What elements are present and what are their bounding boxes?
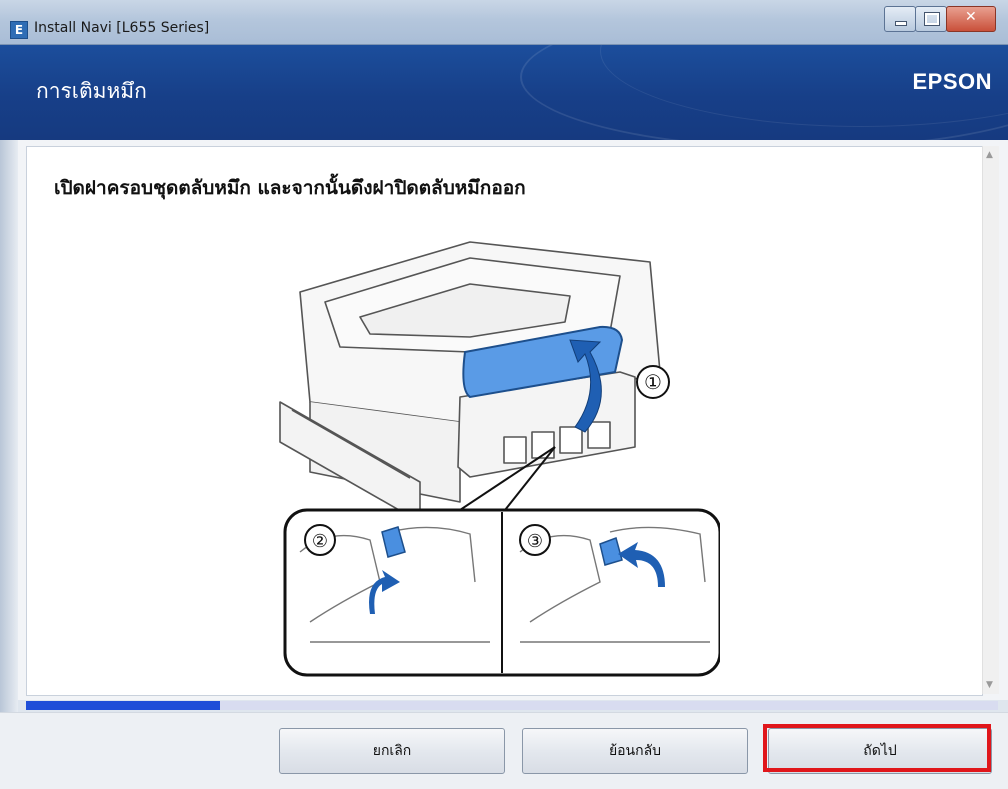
back-button[interactable]: ย้อนกลับ (522, 728, 748, 774)
close-button[interactable]: ✕ (946, 6, 996, 32)
step-1-label: ① (644, 370, 662, 394)
brand-logo: EPSON (912, 69, 992, 94)
window-left-edge (0, 140, 18, 712)
maximize-icon (924, 12, 940, 26)
window-titlebar[interactable]: E Install Navi [L655 Series] ✕ (0, 0, 1008, 45)
next-button[interactable]: ถัดไป (768, 728, 992, 774)
window-controls: ✕ (884, 6, 996, 32)
vertical-scrollbar[interactable]: ▲ ▼ (982, 146, 999, 694)
scroll-down-icon[interactable]: ▼ (986, 680, 993, 690)
instruction-text: เปิดฝาครอบชุดตลับหมึก และจากนั้นดึงฝาปิด… (54, 177, 526, 199)
minimize-button[interactable] (884, 6, 916, 32)
close-icon: ✕ (965, 9, 977, 25)
page-header: การเติมหมึก EPSON (0, 45, 1008, 140)
progress-bar-fill (26, 701, 221, 710)
step-2-label: ② (312, 531, 328, 552)
printer-illustration: ① ② ③ (279, 241, 720, 677)
maximize-button[interactable] (915, 6, 947, 32)
step-3-label: ③ (527, 531, 543, 552)
scroll-up-icon[interactable]: ▲ (986, 150, 993, 160)
minimize-icon (895, 21, 907, 26)
app-icon: E (10, 21, 28, 39)
page-title: การเติมหมึก (36, 79, 147, 103)
cancel-button[interactable]: ยกเลิก (279, 728, 505, 774)
progress-bar (26, 701, 998, 710)
window-title: Install Navi [L655 Series] (34, 20, 210, 36)
